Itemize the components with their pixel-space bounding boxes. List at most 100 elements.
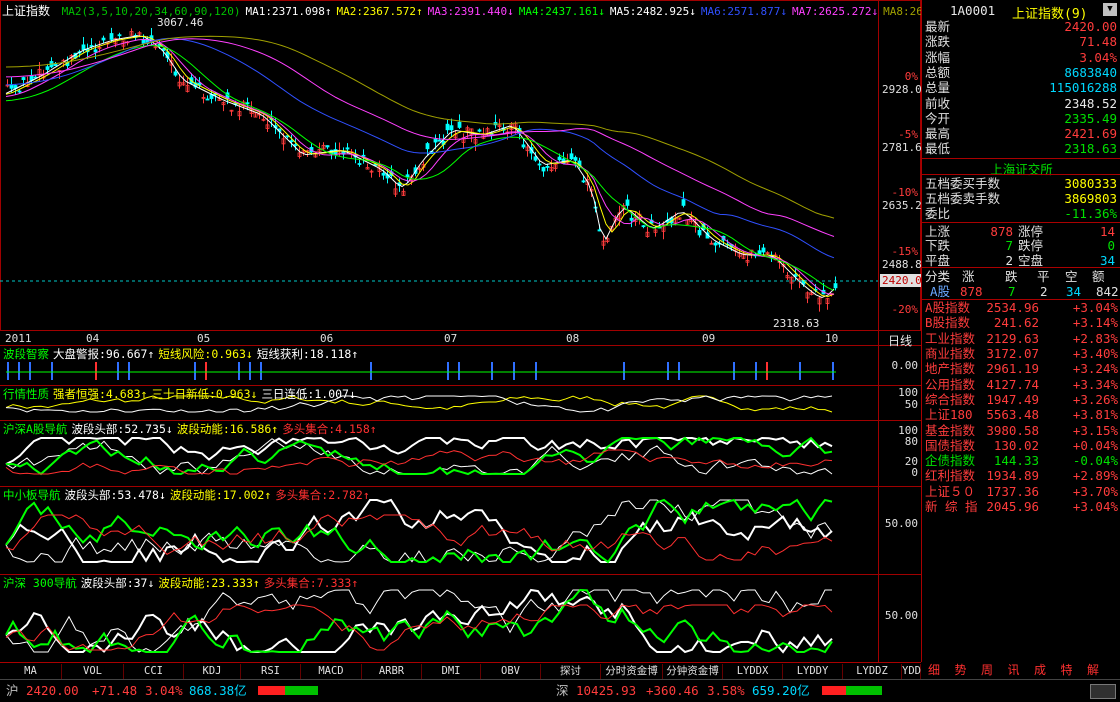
indicator-tab[interactable]: LYDDZ (843, 664, 902, 679)
indicator-tab[interactable]: LYDDY (783, 664, 843, 679)
breadth-value: 0 (1107, 238, 1115, 254)
info-tab[interactable]: 成 (1034, 662, 1046, 678)
indicator-tab[interactable]: DMI (422, 664, 481, 679)
index-row[interactable]: 地产指数 2961.19 +3.24% (922, 361, 1120, 376)
indicator-tab[interactable]: 分时资金博 (601, 664, 663, 679)
candle-body (45, 66, 50, 70)
indicator-name[interactable]: 中小板导航 (3, 488, 61, 502)
index-row[interactable]: 商业指数 3172.07 +3.40% (922, 346, 1120, 361)
candle-body (437, 139, 442, 142)
index-row[interactable]: 工业指数 2129.63 +2.83% (922, 331, 1120, 346)
scroll-down-icon[interactable]: ▼ (1103, 3, 1117, 16)
indicator-tab[interactable]: 探讨 (541, 664, 601, 679)
indicator-value: 强者恒强:4.683↑ (53, 387, 148, 401)
sh-market-label[interactable]: 沪 (6, 680, 19, 701)
index-row[interactable]: A股指数 2534.96 +3.04% (922, 300, 1120, 315)
indicator-tab[interactable]: KDJ (184, 664, 241, 679)
indicator-panel-header: 行情性质 强者恒强:4.683↑ 三十日新低:0.963↓ 三日连低:1.007↓ (3, 386, 360, 402)
indicator-tab[interactable]: ARBR (362, 664, 422, 679)
index-name: 上证５０ (925, 483, 976, 499)
sz-amount: 659.20亿 (752, 683, 810, 698)
index-row[interactable]: 基金指数 3980.58 +3.15% (922, 423, 1120, 438)
quote-row: 总量 115016288 (922, 80, 1120, 95)
candle-body (21, 77, 26, 81)
pct-axis-label: -15% (891, 245, 919, 258)
index-change: +3.26% (1072, 391, 1118, 407)
indicator-tab[interactable]: MACD (301, 664, 362, 679)
candle-body (345, 147, 350, 150)
breadth-label: 跌停 (1018, 238, 1044, 254)
indicator-scale-label: 50.00 (884, 517, 918, 530)
stock-code: 1A0001 (950, 3, 996, 18)
info-tab[interactable]: 细 (928, 662, 940, 678)
breadth-value: 878 (990, 223, 1013, 239)
index-row[interactable]: 上证180 5563.48 +3.81% (922, 407, 1120, 422)
index-row[interactable]: 红利指数 1934.89 +2.89% (922, 468, 1120, 483)
separator (922, 221, 1120, 223)
index-name: 国债指数 (925, 437, 976, 453)
quote-label: 最高 (925, 126, 951, 142)
info-tab[interactable]: 特 (1061, 662, 1073, 678)
sz-market-label[interactable]: 深 (556, 680, 569, 701)
indicator-tab[interactable]: 分钟资金博 (663, 664, 723, 679)
quote-row: 最低 2318.63 (922, 141, 1120, 156)
indicator-name[interactable]: 行情性质 (3, 387, 49, 401)
index-row[interactable]: B股指数 241.62 +3.14% (922, 315, 1120, 330)
candle-body (625, 199, 630, 206)
info-tab[interactable]: 讯 (1008, 662, 1020, 678)
index-row[interactable]: 综合指数 1947.49 +3.26% (922, 392, 1120, 407)
indicator-tab[interactable]: RSI (241, 664, 301, 679)
index-row[interactable]: 企债指数 144.33 -0.04% (922, 453, 1120, 468)
indicator-tab[interactable]: MA (0, 664, 62, 679)
index-row[interactable]: 上证５０ 1737.36 +3.70% (922, 484, 1120, 499)
info-tab[interactable]: 势 (955, 662, 967, 678)
index-row[interactable]: 国债指数 130.02 +0.04% (922, 438, 1120, 453)
connection-icon[interactable] (1090, 684, 1116, 699)
quote-row: 涨跌 71.48 (922, 34, 1120, 49)
candle-body (557, 156, 562, 161)
candle-body (641, 225, 646, 228)
index-row[interactable]: 新 综 指 2045.96 +3.04% (922, 499, 1120, 514)
indicator-name[interactable]: 沪深A股导航 (3, 422, 67, 436)
class-header-cell: 跌 (1005, 269, 1018, 285)
index-value: 5563.48 (986, 407, 1039, 423)
index-name: 地产指数 (925, 361, 976, 377)
ma-legend-item: MA3:2391.440↓ (427, 5, 514, 18)
quote-label: 涨跌 (925, 34, 951, 50)
indicator-name[interactable]: 沪深 300导航 (3, 576, 77, 590)
ma-legend-item: MA2(3,5,10,20,34,60,90,120) (61, 5, 241, 18)
indicator-tab[interactable]: OBV (481, 664, 541, 679)
index-change: -0.04% (1072, 453, 1118, 469)
period-label[interactable]: 日线 (888, 332, 912, 349)
chart-area[interactable]: 上证指数 MA2(3,5,10,20,34,60,90,120) MA1:2371… (0, 0, 956, 662)
indicator-scale-label: 80 (904, 435, 918, 448)
index-name: 综合指数 (925, 391, 976, 407)
candle-body (173, 71, 178, 76)
candle-body (381, 172, 386, 176)
index-change: +3.34% (1072, 376, 1118, 392)
indicator-tab[interactable]: VOL (62, 664, 124, 679)
quote-label: 最低 (925, 141, 951, 157)
info-tab[interactable]: 解 (1087, 662, 1099, 678)
ma-line (5, 38, 835, 237)
date-axis-label: 04 (86, 332, 100, 345)
date-axis-label: 09 (702, 332, 716, 345)
quote-label: 总量 (925, 80, 951, 96)
indicator-tab[interactable]: YDD (902, 664, 921, 679)
info-tab[interactable]: 周 (981, 662, 993, 678)
indicator-tab[interactable]: CCI (124, 664, 184, 679)
kline-chart[interactable] (0, 0, 921, 662)
breadth-label: 涨停 (1018, 223, 1044, 239)
indicator-tab[interactable]: LYDDX (723, 664, 783, 679)
indicator-scale-label: 0.00 (891, 359, 919, 372)
index-name: 新 综 指 (925, 499, 978, 514)
indicator-value: 多头集合:2.782↑ (275, 488, 370, 502)
class-row[interactable]: A股 878 7 2 34 842 (922, 284, 1120, 299)
class-value: 7 (1008, 284, 1016, 300)
index-row[interactable]: 公用指数 4127.74 +3.34% (922, 377, 1120, 392)
class-header: 分类涨 跌 平空额 (922, 269, 1120, 284)
ma-legend-item: MA7:2625.272↓ (792, 5, 879, 18)
index-change: +3.81% (1072, 407, 1118, 423)
indicator-name[interactable]: 波段智察 (3, 347, 49, 361)
candle-body (681, 199, 686, 206)
